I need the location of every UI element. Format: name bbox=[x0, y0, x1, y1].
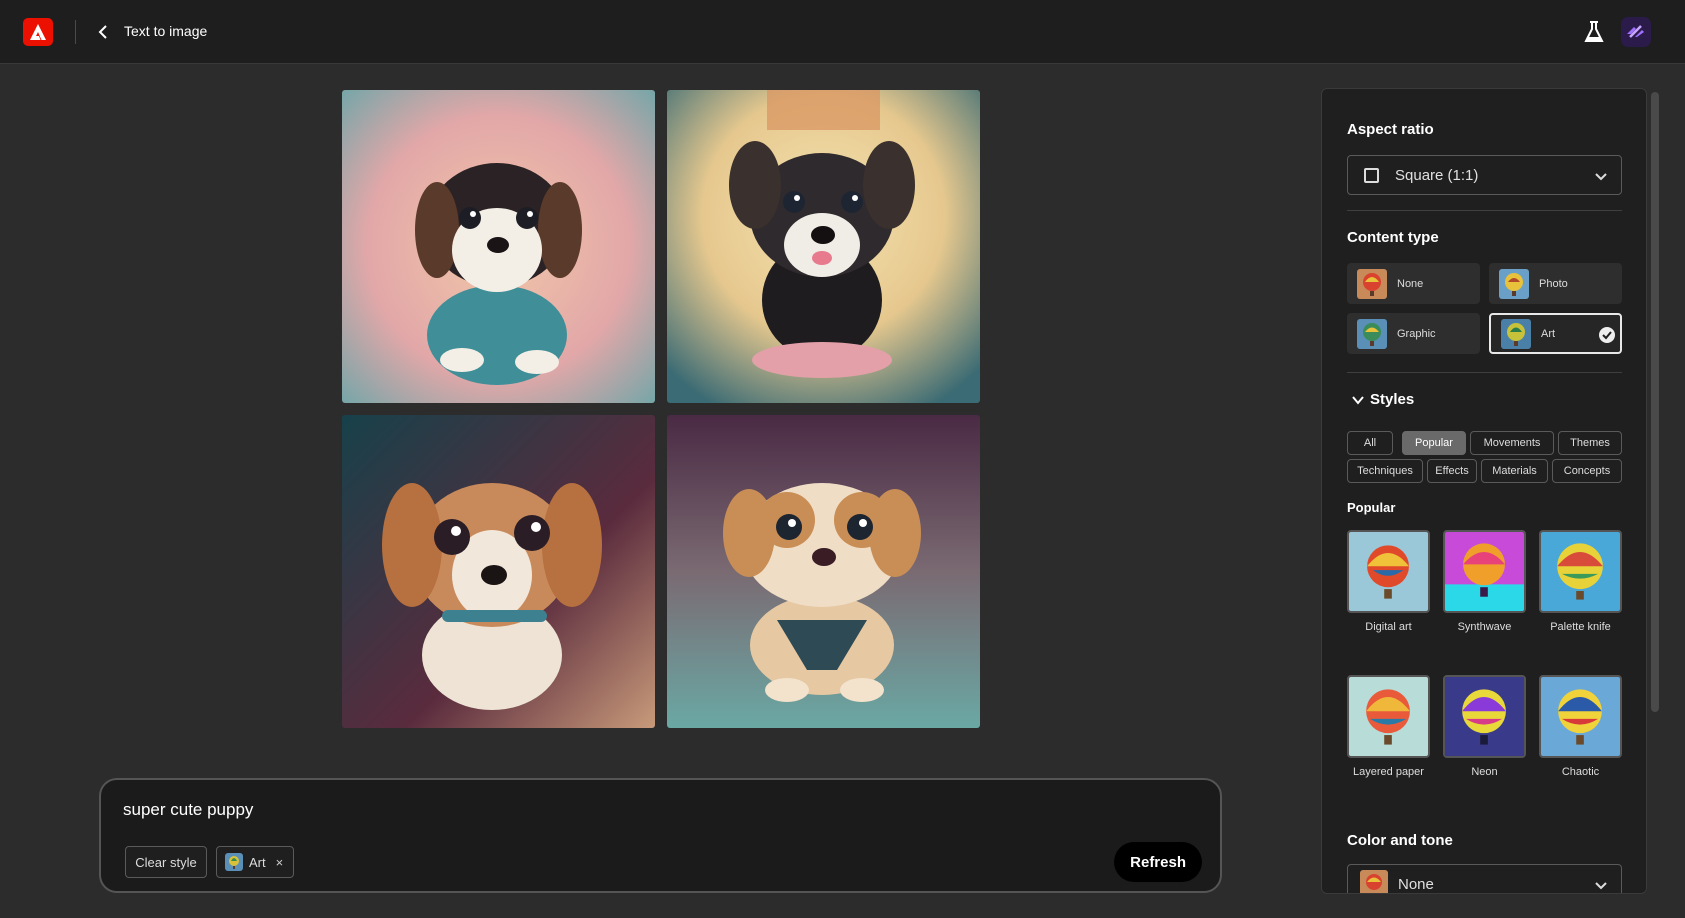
aspect-ratio-value: Square (1:1) bbox=[1395, 166, 1479, 184]
prompt-bar: super cute puppy Clear style Art × Refre… bbox=[99, 778, 1222, 893]
back-chevron-icon[interactable] bbox=[94, 22, 114, 42]
art-balloon-icon bbox=[225, 853, 243, 871]
styles-heading[interactable]: Styles bbox=[1370, 391, 1414, 408]
color-tone-heading: Color and tone bbox=[1347, 832, 1453, 849]
avatar[interactable] bbox=[1621, 17, 1651, 47]
content-type-label: None bbox=[1397, 277, 1424, 290]
filter-themes[interactable]: Themes bbox=[1558, 431, 1622, 455]
style-tile-layered-paper[interactable] bbox=[1347, 675, 1430, 758]
collapse-chevron-icon[interactable] bbox=[1351, 393, 1365, 407]
style-chip-art[interactable]: Art × bbox=[216, 846, 294, 878]
style-caption: Chaotic bbox=[1561, 766, 1600, 778]
style-caption: Digital art bbox=[1365, 621, 1412, 633]
style-tile-chaotic[interactable] bbox=[1539, 675, 1622, 758]
filter-effects[interactable]: Effects bbox=[1427, 459, 1477, 483]
balloon-icon bbox=[1360, 870, 1388, 893]
filter-concepts[interactable]: Concepts bbox=[1552, 459, 1622, 483]
style-tile-synthwave[interactable] bbox=[1443, 530, 1526, 613]
filter-movements[interactable]: Movements bbox=[1470, 431, 1554, 455]
page-title: Text to image bbox=[124, 23, 208, 39]
balloon-icon bbox=[1501, 318, 1531, 349]
prompt-input[interactable]: super cute puppy bbox=[123, 800, 253, 820]
content-type-label: Graphic bbox=[1397, 327, 1436, 340]
balloon-icon bbox=[1357, 268, 1387, 299]
style-caption: Layered paper bbox=[1353, 766, 1424, 778]
content-type-label: Art bbox=[1541, 327, 1556, 340]
generated-image-1[interactable] bbox=[342, 90, 655, 403]
panel-scrollbar[interactable] bbox=[1651, 92, 1659, 712]
refresh-button[interactable]: Refresh bbox=[1114, 842, 1202, 882]
square-icon bbox=[1364, 167, 1379, 183]
content-type-label: Photo bbox=[1539, 277, 1568, 290]
divider bbox=[1347, 372, 1622, 373]
style-tile-palette-knife[interactable] bbox=[1539, 530, 1622, 613]
flask-icon[interactable] bbox=[1584, 20, 1604, 44]
balloon-icon bbox=[1357, 318, 1387, 349]
content-type-photo[interactable]: Photo bbox=[1489, 263, 1622, 304]
filter-techniques[interactable]: Techniques bbox=[1347, 459, 1423, 483]
color-tone-value: None bbox=[1398, 875, 1434, 893]
remove-style-icon[interactable]: × bbox=[276, 855, 284, 870]
content-type-heading: Content type bbox=[1347, 229, 1439, 246]
filter-popular[interactable]: Popular bbox=[1402, 431, 1466, 455]
style-caption: Palette knife bbox=[1550, 621, 1611, 633]
content-type-graphic[interactable]: Graphic bbox=[1347, 313, 1480, 354]
top-bar: Text to image bbox=[0, 0, 1685, 64]
header-divider bbox=[75, 20, 76, 44]
style-caption: Neon bbox=[1471, 766, 1498, 778]
generated-image-3[interactable] bbox=[342, 415, 655, 728]
content-type-art[interactable]: Art bbox=[1489, 313, 1622, 354]
style-tile-neon[interactable] bbox=[1443, 675, 1526, 758]
popular-heading: Popular bbox=[1347, 500, 1396, 515]
balloon-icon bbox=[1499, 268, 1529, 299]
generated-image-2[interactable] bbox=[667, 90, 980, 403]
checkmark-icon bbox=[1599, 327, 1615, 343]
content-type-none[interactable]: None bbox=[1347, 263, 1480, 304]
filter-all[interactable]: All bbox=[1347, 431, 1393, 455]
chevron-down-icon bbox=[1595, 173, 1607, 181]
chevron-down-icon bbox=[1595, 882, 1607, 890]
adobe-logo[interactable] bbox=[23, 18, 53, 46]
settings-panel: Aspect ratio Square (1:1) Content type N… bbox=[1321, 88, 1647, 894]
style-tile-digital-art[interactable] bbox=[1347, 530, 1430, 613]
style-chip-label: Art bbox=[249, 854, 266, 870]
aspect-ratio-select[interactable]: Square (1:1) bbox=[1347, 155, 1622, 195]
divider bbox=[1347, 210, 1622, 211]
aspect-ratio-heading: Aspect ratio bbox=[1347, 121, 1434, 138]
color-tone-select[interactable]: None bbox=[1347, 864, 1622, 893]
generated-image-4[interactable] bbox=[667, 415, 980, 728]
filter-materials[interactable]: Materials bbox=[1481, 459, 1548, 483]
clear-style-button[interactable]: Clear style bbox=[125, 846, 207, 878]
style-caption: Synthwave bbox=[1457, 621, 1512, 633]
